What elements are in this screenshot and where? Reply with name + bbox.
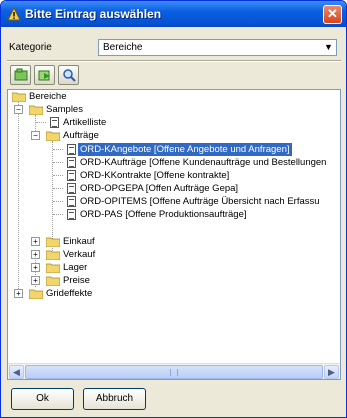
document-icon	[67, 196, 76, 207]
dialog-window: Bitte Eintrag auswählen ✕ Kategorie Bere…	[0, 0, 347, 418]
expand-toggle-icon[interactable]: +	[31, 263, 40, 272]
expand-all-button[interactable]	[10, 65, 31, 85]
tree-label: Samples	[46, 104, 83, 115]
expand-green-icon	[14, 68, 28, 81]
expand-toggle-icon[interactable]: +	[14, 289, 23, 298]
tree-label: ORD-OPGEPA [Offen Aufträge Gepa]	[80, 183, 239, 194]
ok-button[interactable]: Ok	[11, 388, 74, 410]
folder-icon	[46, 250, 60, 260]
tree-label-selected: ORD-KAngebote [Offene Angebote und Anfra…	[78, 143, 292, 156]
close-button[interactable]: ✕	[323, 5, 342, 24]
folder-icon	[46, 237, 60, 247]
tree-label: Bereiche	[29, 91, 67, 102]
document-icon	[67, 183, 76, 194]
document-icon	[50, 117, 59, 128]
abbruch-button[interactable]: Abbruch	[83, 388, 146, 410]
tree-node-preise[interactable]: + Preise	[12, 274, 212, 287]
chevron-down-icon[interactable]: ▼	[322, 41, 335, 54]
tree-label: ORD-KAufträge [Offene Kundenaufträge und…	[80, 157, 327, 168]
tree-label: Grideffekte	[46, 288, 93, 299]
tree-node-grideffekte[interactable]: + Grideffekte	[12, 287, 212, 300]
tree-node-auftraege[interactable]: − Aufträge	[12, 129, 212, 142]
warning-icon	[7, 7, 21, 21]
folder-icon	[29, 289, 43, 299]
folder-icon	[46, 263, 60, 273]
tree-node-ord-kkontrakte[interactable]: ORD-KKontrakte [Offene kontrakte]	[12, 169, 340, 182]
tree-label: Verkauf	[63, 249, 96, 260]
tree-label: Preise	[63, 275, 90, 286]
window-title: Bitte Eintrag auswählen	[25, 7, 162, 21]
document-icon	[67, 170, 76, 181]
folder-open-icon	[46, 131, 60, 141]
folder-icon	[12, 92, 26, 102]
collapse-toggle-icon[interactable]: −	[31, 131, 40, 140]
tree-node-einkauf[interactable]: + Einkauf	[12, 235, 212, 248]
grip-icon	[170, 369, 178, 376]
tree-node-ord-kauftraege[interactable]: ORD-KAufträge [Offene Kundenaufträge und…	[12, 156, 340, 169]
horizontal-scrollbar[interactable]: ◀ ▶	[8, 363, 340, 379]
magnifier-icon	[63, 69, 76, 82]
expand-toggle-icon[interactable]: +	[31, 250, 40, 259]
folder-open-icon	[29, 105, 43, 115]
tree-label: Lager	[63, 262, 88, 273]
tree-node-ord-kangebote[interactable]: ORD-KAngebote [Offene Angebote und Anfra…	[12, 143, 340, 156]
search-button[interactable]	[58, 65, 79, 85]
document-icon	[67, 209, 76, 220]
tree-label: Aufträge	[63, 130, 99, 141]
scroll-right-icon[interactable]: ▶	[324, 365, 339, 379]
tree-node-artikelliste[interactable]: Artikelliste	[12, 116, 212, 129]
tree-label: Artikelliste	[63, 117, 107, 128]
document-icon	[67, 144, 76, 155]
folder-icon	[46, 276, 60, 286]
tree-node-ord-opitems[interactable]: ORD-OPITEMS [Offene Aufträge Übersicht n…	[12, 195, 340, 208]
tree-node-bereiche[interactable]: Bereiche	[12, 90, 212, 103]
tree-label: ORD-KKontrakte [Offene kontrakte]	[80, 170, 230, 181]
expand-toggle-icon[interactable]: +	[31, 237, 40, 246]
tree-label: ORD-OPITEMS [Offene Aufträge Übersicht n…	[80, 196, 320, 207]
separator	[7, 60, 341, 62]
tree-node-ord-pas[interactable]: ORD-PAS [Offene Produktionsaufträge]	[12, 208, 340, 221]
tree-node-ord-opgepa[interactable]: ORD-OPGEPA [Offen Aufträge Gepa]	[12, 182, 340, 195]
kategorie-select[interactable]: Bereiche ▼	[98, 39, 337, 56]
collapse-toggle-icon[interactable]: −	[14, 105, 23, 114]
kategorie-label: Kategorie	[9, 42, 52, 53]
scrollbar-thumb[interactable]	[25, 365, 323, 379]
refresh-arrow-icon	[38, 70, 50, 81]
refresh-button[interactable]	[34, 65, 55, 85]
tree-label: ORD-PAS [Offene Produktionsaufträge]	[80, 209, 247, 220]
tree-node-lager[interactable]: + Lager	[12, 261, 212, 274]
tree-node-verkauf[interactable]: + Verkauf	[12, 248, 212, 261]
expand-toggle-icon[interactable]: +	[31, 276, 40, 285]
document-icon	[67, 157, 76, 168]
title-bar[interactable]: Bitte Eintrag auswählen ✕	[1, 1, 346, 27]
tree-node-samples[interactable]: − Samples	[12, 103, 212, 116]
tree-label: Einkauf	[63, 236, 95, 247]
scroll-left-icon[interactable]: ◀	[9, 365, 24, 379]
kategorie-value: Bereiche	[103, 42, 143, 53]
tree-view[interactable]: Bereiche − Samples Artikelliste − Aufträ…	[7, 89, 341, 380]
